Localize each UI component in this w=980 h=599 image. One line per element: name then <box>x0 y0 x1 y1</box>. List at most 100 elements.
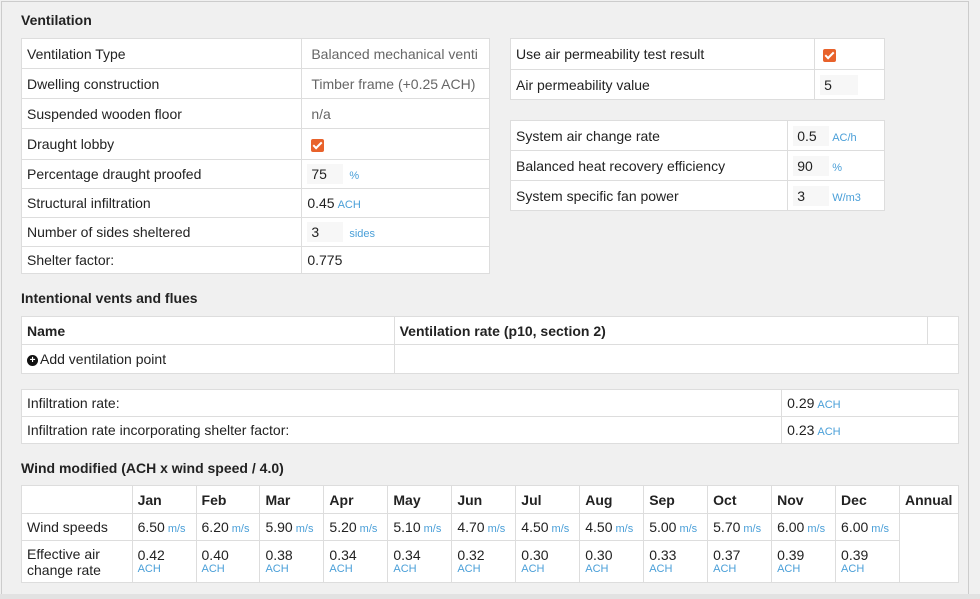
fan-power-row: System specific fan power 3 W/m3 <box>509 180 885 211</box>
shelter-infiltration-label: Infiltration rate incorporating shelter … <box>20 416 783 444</box>
shelter-factor-label: Shelter factor: <box>20 246 303 274</box>
effective-rate-unit: ACH <box>201 563 225 575</box>
effective-rate-cell: 0.33 ACH <box>643 540 709 583</box>
wind-speed-cell: 5.10 m/s <box>387 513 453 541</box>
add-vent-empty-cell <box>393 344 960 374</box>
effective-rate-unit: ACH <box>137 563 161 575</box>
month-header: Aug <box>579 485 645 514</box>
wind-speed-cell: 4.50 m/s <box>579 513 645 541</box>
vents-header-row: Name Ventilation rate (p10, section 2) <box>21 316 959 345</box>
effective-rate-value: 0.33 <box>649 547 677 563</box>
wind-speed-unit: m/s <box>679 523 698 535</box>
fan-power-input[interactable]: 3 <box>793 185 830 206</box>
effective-rate-unit: ACH <box>777 563 801 575</box>
effective-rate-cell: 0.30 ACH <box>579 540 645 583</box>
month-header: Mar <box>259 485 325 514</box>
effective-rate-value: 0.39 <box>777 547 805 563</box>
effective-rate-unit: ACH <box>393 563 417 575</box>
wind-speed-value: 5.70 <box>713 519 741 535</box>
use-permeability-row: Use air permeability test result <box>509 38 885 70</box>
use-permeability-checkbox[interactable] <box>823 48 837 62</box>
wind-speed-value: 6.00 <box>841 519 869 535</box>
wind-header-row: Jan Feb Mar Apr May Jun Jul Aug Sep Oct Nov Dec Annu… <box>21 485 959 514</box>
effective-rate-cell: 0.39 ACH <box>835 540 900 583</box>
effective-rate-unit: ACH <box>457 563 481 575</box>
effective-rate-unit: ACH <box>841 563 865 575</box>
wind-speed-unit: m/s <box>615 523 634 535</box>
wind-table: Jan Feb Mar Apr May Jun Jul Aug Sep Oct Nov Dec Annu… <box>21 485 959 583</box>
dwelling-construction-label: Dwelling construction <box>20 68 303 99</box>
system-table: System air change rate 0.5 AC/h Balanced … <box>509 120 885 211</box>
system-air-change-label: System air change rate <box>509 120 789 151</box>
month-header: Jun <box>451 485 517 514</box>
ventilation-type-label: Ventilation Type <box>20 38 303 69</box>
add-ventilation-point-button[interactable]: + Add ventilation point <box>21 344 395 374</box>
effective-rate-value: 0.40 <box>201 547 229 563</box>
shelter-factor-row: Shelter factor: 0.775 <box>20 246 490 274</box>
month-header: Nov <box>771 485 837 514</box>
wind-speed-value: 5.00 <box>649 519 677 535</box>
wind-speed-value: 6.50 <box>137 519 165 535</box>
effective-rate-unit: ACH <box>649 563 673 575</box>
heat-recovery-row: Balanced heat recovery efficiency 90% <box>509 150 885 181</box>
effective-rate-cell: 0.39 ACH <box>771 540 837 583</box>
fan-power-unit: W/m3 <box>832 191 861 204</box>
infiltration-rate-label: Infiltration rate: <box>20 389 783 417</box>
wind-speed-value: 4.70 <box>457 519 485 535</box>
system-air-change-unit: AC/h <box>832 131 857 144</box>
effective-rate-cell: 0.34 ACH <box>387 540 453 583</box>
dwelling-construction-select[interactable]: Timber frame (+0.25 ACH) <box>301 68 490 99</box>
draught-proofed-row: Percentage draught proofed 75% <box>20 159 490 189</box>
shelter-factor-value: 0.775 <box>301 246 490 274</box>
shelter-infiltration-row: Infiltration rate incorporating shelter … <box>20 416 959 444</box>
use-permeability-label: Use air permeability test result <box>509 38 816 70</box>
effective-rate-value: 0.32 <box>457 547 485 563</box>
effective-rate-value: 0.30 <box>521 547 549 563</box>
heat-recovery-input[interactable]: 90 <box>793 155 830 176</box>
structural-infiltration-unit: ACH <box>337 199 361 211</box>
structural-infiltration-label: Structural infiltration <box>20 188 303 218</box>
suspended-floor-label: Suspended wooden floor <box>20 98 303 129</box>
month-header: Jan <box>131 485 197 514</box>
wind-speed-unit: m/s <box>231 523 250 535</box>
sides-sheltered-input[interactable]: 3 <box>307 222 344 242</box>
wind-speed-cell: 6.00 m/s <box>835 513 900 541</box>
system-air-change-input[interactable]: 0.5 <box>793 125 830 146</box>
draught-lobby-checkbox[interactable] <box>311 138 325 152</box>
wind-speed-value: 5.10 <box>393 519 421 535</box>
ventilation-type-select[interactable]: Balanced mechanical venti <box>301 38 490 69</box>
effective-rate-value: 0.42 <box>137 547 165 563</box>
effective-rate-cell: 0.34 ACH <box>323 540 389 583</box>
heat-recovery-unit: % <box>832 161 842 174</box>
wind-speed-value: 6.00 <box>777 519 805 535</box>
wind-heading: Wind modified (ACH x wind speed / 4.0) <box>21 460 284 476</box>
sides-sheltered-label: Number of sides sheltered <box>20 217 303 247</box>
shelter-infiltration-value: 0.23 <box>787 422 815 438</box>
permeability-value-input[interactable]: 5 <box>820 74 859 95</box>
system-air-change-row: System air change rate 0.5 AC/h <box>509 120 885 151</box>
vents-col-rate: Ventilation rate (p10, section 2) <box>393 316 929 345</box>
effective-rate-value: 0.39 <box>841 547 869 563</box>
vents-heading: Intentional vents and flues <box>21 290 198 306</box>
heat-recovery-label: Balanced heat recovery efficiency <box>509 150 789 181</box>
month-header: May <box>387 485 453 514</box>
wind-speed-value: 6.20 <box>201 519 229 535</box>
bottom-strip <box>0 594 980 599</box>
ventilation-type-row: Ventilation Type Balanced mechanical ven… <box>20 38 490 69</box>
fan-power-label: System specific fan power <box>509 180 789 211</box>
effective-rate-value: 0.34 <box>393 547 421 563</box>
draught-proofed-input[interactable]: 75 <box>307 164 344 184</box>
wind-speed-cell: 6.20 m/s <box>195 513 261 541</box>
suspended-floor-select[interactable]: n/a <box>301 98 490 129</box>
month-header: Oct <box>707 485 773 514</box>
annual-cell <box>899 513 959 583</box>
effective-rate-unit: ACH <box>265 563 289 575</box>
add-vent-row: + Add ventilation point <box>21 344 960 374</box>
wind-speed-cell: 4.70 m/s <box>451 513 517 541</box>
wind-speed-cell: 5.90 m/s <box>259 513 325 541</box>
effective-rate-unit: ACH <box>585 563 609 575</box>
suspended-floor-row: Suspended wooden floor n/a <box>20 98 490 129</box>
effective-rate-value: 0.37 <box>713 547 741 563</box>
effective-rate-label: Effective air change rate <box>21 540 133 583</box>
wind-speed-unit: m/s <box>743 523 762 535</box>
